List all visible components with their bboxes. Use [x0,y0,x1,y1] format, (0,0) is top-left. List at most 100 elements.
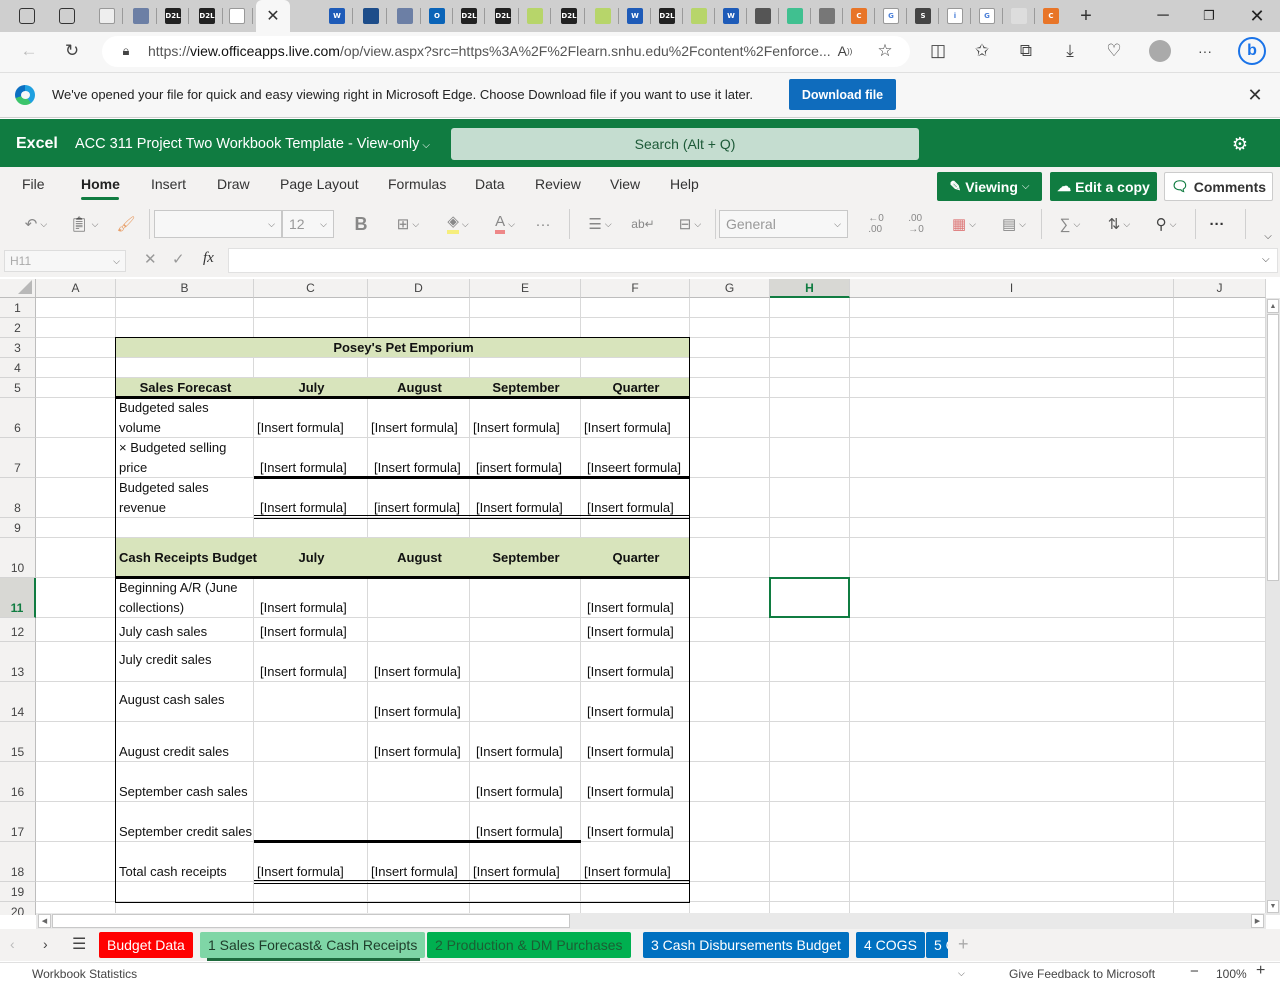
column-label[interactable]: September [473,378,579,398]
row-label[interactable]: September credit sales [119,802,252,842]
document-title[interactable]: ACC 311 Project Two Workbook Template - … [75,136,430,152]
browser-tab[interactable]: G [972,4,1002,28]
formula-cell[interactable]: [Inseert formula] [587,438,688,478]
column-label[interactable]: Quarter [584,548,688,568]
section-title[interactable]: Sales Forecast [119,378,252,398]
read-aloud-icon[interactable]: A)) [830,36,860,66]
formula-cell[interactable]: [Insert formula] [587,822,688,842]
sheet-tab[interactable]: Budget Data [99,932,193,958]
app-name[interactable]: Excel [16,135,58,153]
formula-cell[interactable]: [Insert formula] [374,702,468,722]
browser-tab[interactable] [520,4,550,28]
select-all-corner[interactable] [0,279,36,298]
formula-cell[interactable]: [Insert formula] [587,742,688,762]
download-file-button[interactable]: Download file [789,79,896,110]
column-label[interactable]: September [473,548,579,568]
browser-tab[interactable]: W [716,4,746,28]
font-color-icon[interactable]: A ⌵ [484,210,526,238]
bing-copilot-icon[interactable]: b [1237,36,1267,66]
row-label[interactable]: Beginning A/R (June collections) [119,578,252,618]
formula-cell[interactable]: [Insert formula] [371,862,468,882]
row-header-14[interactable]: 14 [0,682,36,722]
scroll-down-icon[interactable]: ▼ [1267,900,1279,913]
insert-function-icon[interactable]: fx [203,250,214,267]
formula-input[interactable] [228,248,1278,273]
collections-icon[interactable]: ⧉ [1011,36,1041,66]
give-feedback-button[interactable]: Give Feedback to Microsoft [1009,967,1155,981]
row-header-11[interactable]: 11 [0,578,36,618]
active-browser-tab[interactable]: ✕ [256,0,290,32]
format-as-table-icon[interactable]: ▤ ⌵ [994,210,1034,238]
row-label[interactable]: Budgeted sales revenue [119,478,252,518]
spreadsheet-grid[interactable]: ABCDEFGHIJ 1 2 3 4 5 6 7 8 9 10 11 12 13 14 15 16 17 18 19… [0,279,1266,915]
browser-tab[interactable]: i [940,4,970,28]
tab-review[interactable]: Review [535,176,581,192]
favorite-star-icon[interactable]: ☆ [870,36,900,66]
formula-cell[interactable]: [Insert formula] [476,822,579,842]
row-header-2[interactable]: 2 [0,318,36,338]
enter-check-icon[interactable]: ✓ [172,250,185,268]
tab-draw[interactable]: Draw [217,176,250,192]
browser-tab[interactable] [588,4,618,28]
browser-tab[interactable]: W [620,4,650,28]
merge-center-icon[interactable]: ⊟ ⌵ [670,210,710,238]
tab-view[interactable]: View [610,176,640,192]
conditional-format-icon[interactable]: ▦ ⌵ [944,210,984,238]
formula-cell[interactable]: [Insert formula] [584,862,688,882]
sheet-tab[interactable]: 3 Cash Disbursements Budget [643,932,849,958]
column-label[interactable]: August [371,548,468,568]
browser-tab[interactable]: D2L [488,4,518,28]
formula-cell[interactable]: [insert formula] [476,458,579,478]
workbook-statistics-button[interactable]: Workbook Statistics [32,967,137,981]
undo-icon[interactable]: ↶ ⌵ [16,210,56,238]
formula-cell[interactable]: [Insert formula] [257,862,366,882]
paste-icon[interactable]: 📋︎ ⌵ [64,210,104,238]
tab-data[interactable]: Data [475,176,505,192]
find-icon[interactable]: ⚲ ⌵ [1146,210,1186,238]
browser-tab[interactable]: C [844,4,874,28]
lock-icon[interactable]: 🔒︎ [111,36,141,66]
url-text[interactable]: https://view.officeapps.live.com/op/view… [148,43,831,59]
sheet-title[interactable]: Posey's Pet Emporium [119,338,688,358]
formula-cell[interactable]: [Insert formula] [257,418,366,438]
viewing-mode-button[interactable]: ✎ Viewing ⌵ [937,172,1042,201]
more-font-options-icon[interactable]: ··· [530,210,556,238]
browser-tab[interactable] [1004,4,1034,28]
tab-help[interactable]: Help [670,176,699,192]
sheet-tab[interactable]: 1 Sales Forecast& Cash Receipts [200,932,426,958]
sheet-tab[interactable]: 2 Production & DM Purchases [427,932,631,958]
browser-tab[interactable]: C [1036,4,1066,28]
browser-tab[interactable]: D2L [192,4,222,28]
scroll-up-icon[interactable]: ▲ [1267,299,1279,313]
row-header-1[interactable]: 1 [0,298,36,318]
selected-cell-H11[interactable] [769,577,850,618]
browser-tab[interactable]: D2L [652,4,682,28]
gear-icon[interactable]: ⚙ [1229,133,1251,155]
row-header-16[interactable]: 16 [0,762,36,802]
font-size-select[interactable]: 12 ⌵ [282,210,334,238]
scroll-right-icon[interactable]: ▶ [1251,914,1264,928]
row-header-18[interactable]: 18 [0,842,36,882]
new-tab-button[interactable]: + [1072,4,1100,28]
browser-tab[interactable]: D2L [158,4,188,28]
sheet-tab[interactable]: 4 COGS [856,932,925,958]
formula-cell[interactable]: [Insert formula] [374,742,468,762]
next-sheet-icon[interactable]: › [43,936,48,952]
column-label[interactable]: Quarter [584,378,688,398]
wrap-text-icon[interactable]: ab↵ [630,210,656,238]
settings-more-icon[interactable]: ··· [1190,36,1220,66]
edit-a-copy-button[interactable]: ☁ Edit a copy [1050,172,1157,201]
horizontal-scroll-thumb[interactable] [52,914,570,928]
favorites-icon[interactable]: ✩ [967,36,997,66]
add-sheet-icon[interactable]: + [958,934,969,955]
row-label[interactable]: September cash sales [119,762,252,802]
formula-cell[interactable]: [Insert formula] [374,458,468,478]
browser-tab[interactable] [780,4,810,28]
column-label[interactable]: July [257,548,366,568]
browser-tab[interactable] [812,4,842,28]
formula-cell[interactable]: [Insert formula] [374,662,468,682]
sort-filter-icon[interactable]: ⇅ ⌵ [1098,210,1140,238]
split-screen-icon[interactable]: ◫ [923,36,953,66]
row-label[interactable]: July credit sales [119,650,252,670]
row-header-8[interactable]: 8 [0,478,36,518]
